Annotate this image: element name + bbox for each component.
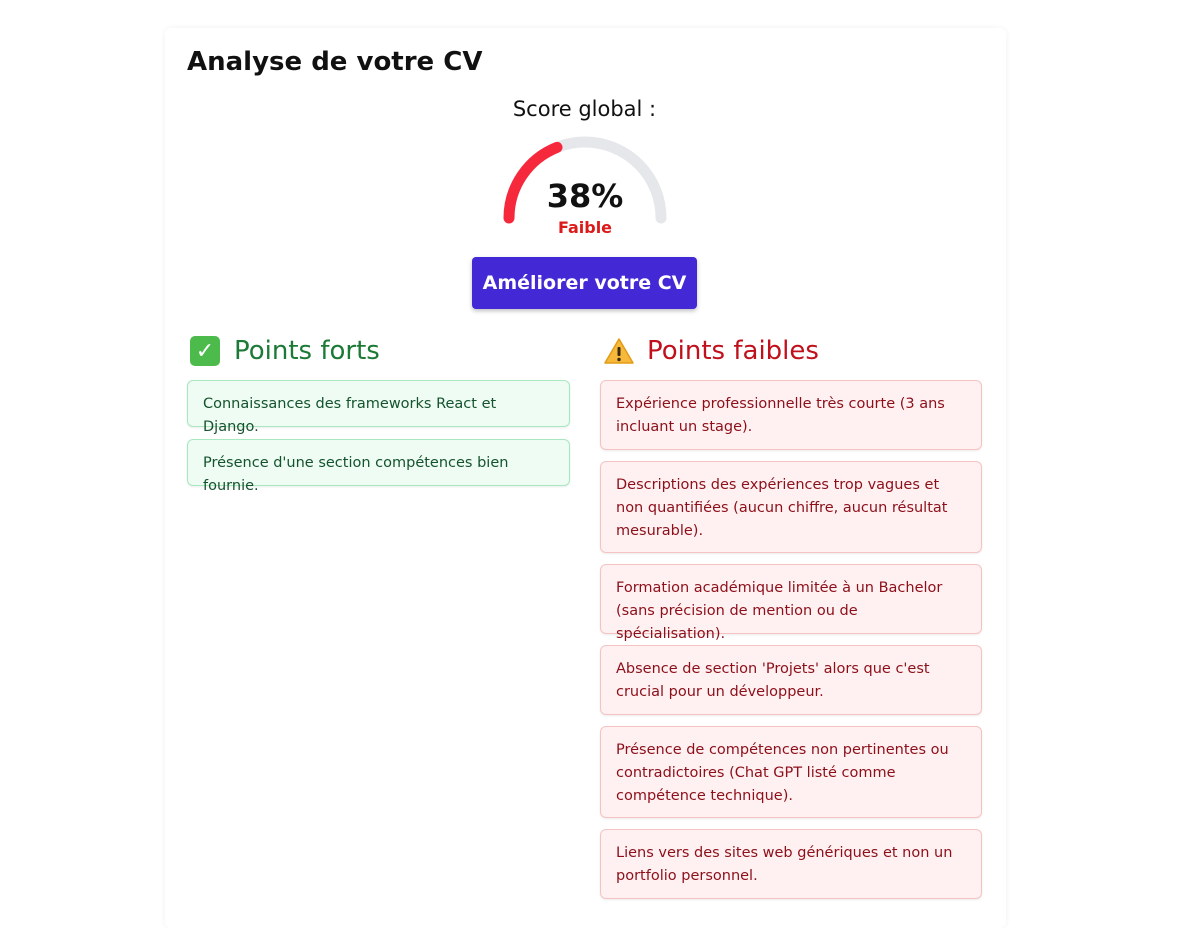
strengths-heading: ✓ Points forts (190, 333, 380, 369)
strength-item: Présence d'une section compétences bien … (187, 439, 570, 494)
page-title: Analyse de votre CV (187, 47, 483, 77)
weakness-item: Absence de section 'Projets' alors que c… (600, 645, 982, 715)
check-mark-icon: ✓ (190, 336, 220, 366)
weakness-item: Formation académique limitée à un Bachel… (600, 564, 982, 642)
warning-icon (603, 336, 635, 366)
score-gauge: 38% Faible (495, 130, 675, 240)
score-label: Score global : (512, 97, 657, 121)
score-percent: 38% (546, 177, 624, 215)
weakness-item: Descriptions des expériences trop vagues… (600, 461, 982, 553)
strength-item: Connaissances des frameworks React et Dj… (187, 380, 570, 435)
improve-cv-button[interactable]: Améliorer votre CV (472, 257, 697, 309)
weakness-item: Liens vers des sites web génériques et n… (600, 829, 982, 899)
weaknesses-heading-label: Points faibles (647, 336, 819, 366)
weaknesses-heading: Points faibles (603, 333, 819, 369)
weakness-item: Présence de compétences non pertinentes … (600, 726, 982, 818)
weakness-item: Expérience professionnelle très courte (… (600, 380, 982, 450)
strengths-heading-label: Points forts (234, 336, 380, 366)
score-level: Faible (557, 218, 613, 237)
